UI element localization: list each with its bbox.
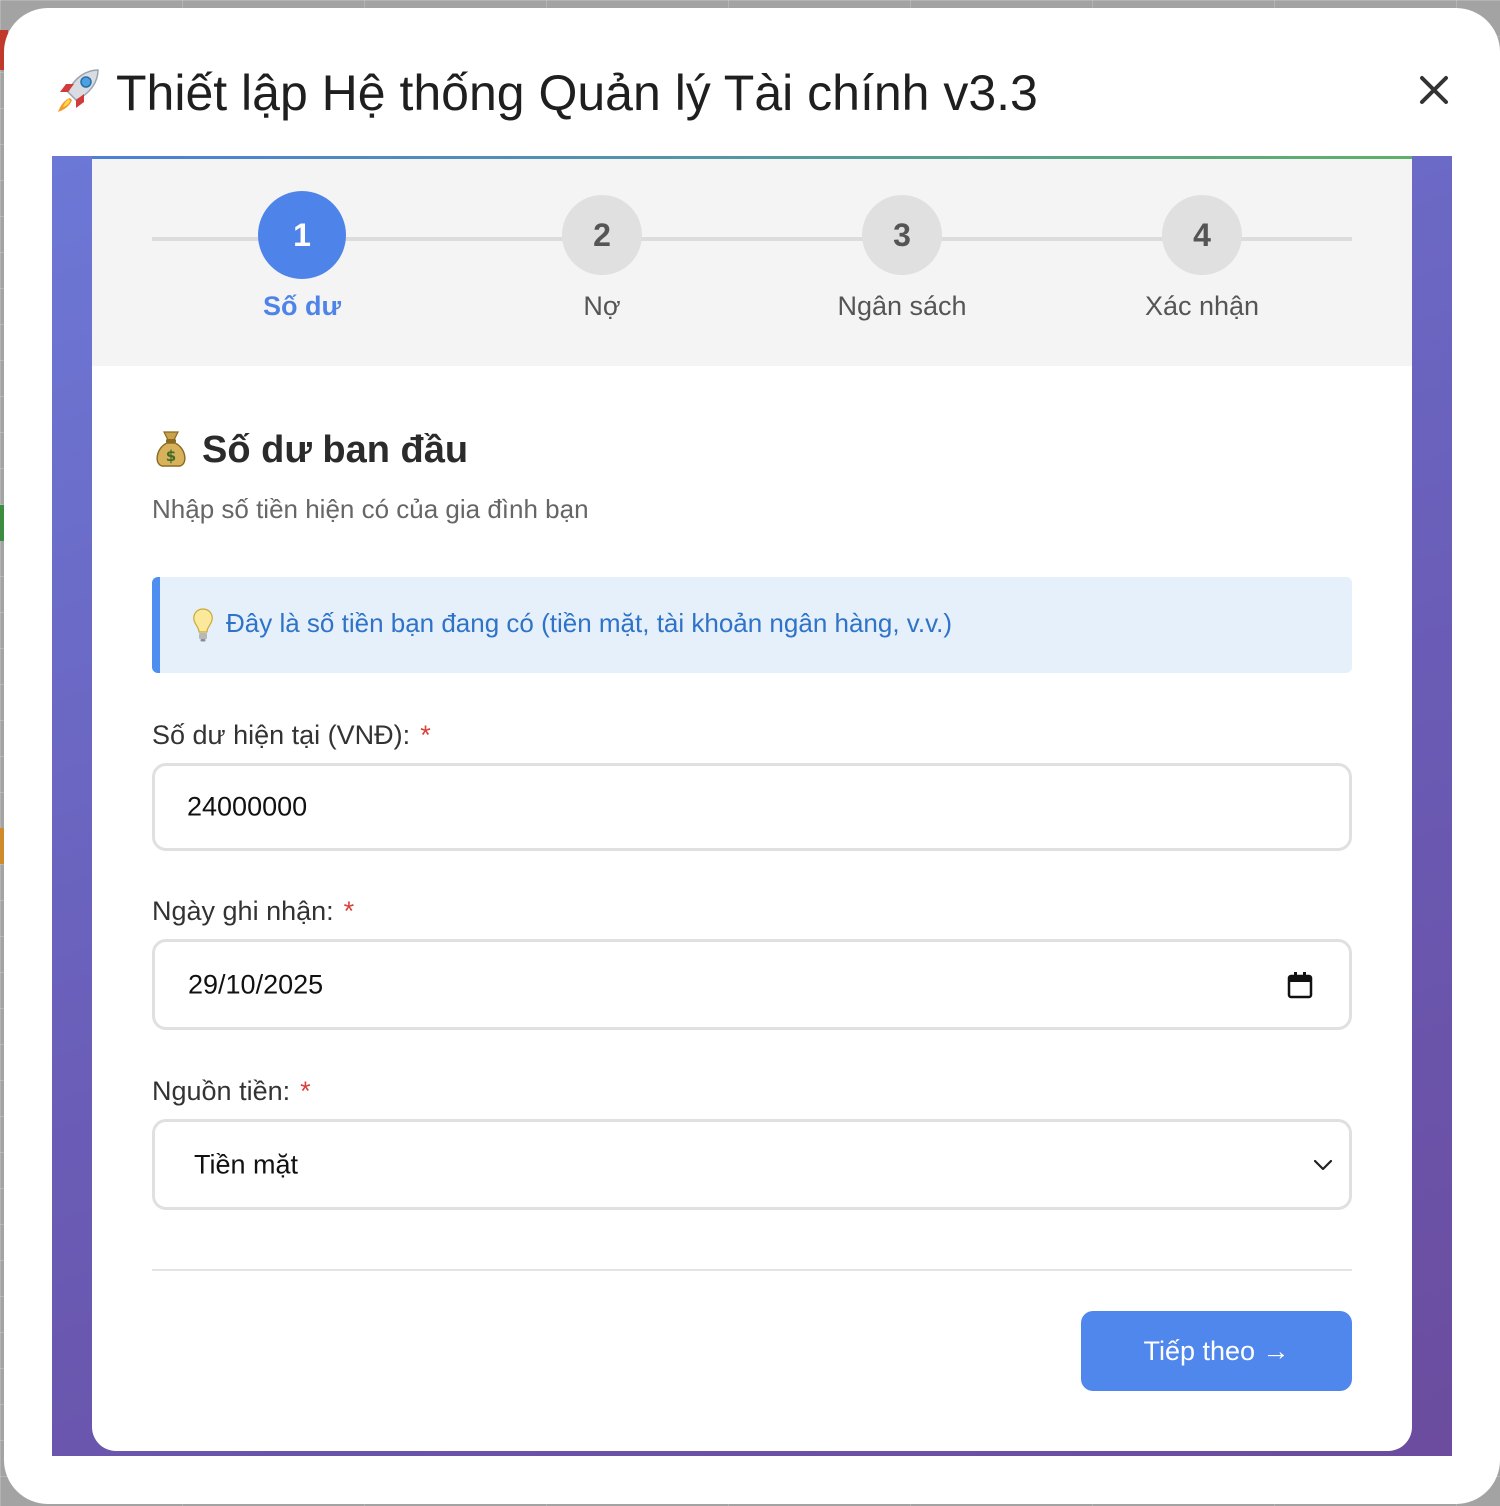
step-label: Nợ (583, 291, 621, 321)
step-number: 3 (862, 195, 942, 275)
next-button[interactable]: Tiếp theo → (1081, 1311, 1352, 1391)
date-value: 29/10/2025 (188, 969, 324, 999)
calendar-icon[interactable] (1287, 971, 1313, 999)
required-marker: * (343, 896, 355, 926)
step-debt[interactable]: 2 Nợ (502, 195, 702, 322)
setup-dialog: Thiết lập Hệ thống Quản lý Tài chính v3.… (4, 8, 1500, 1504)
step-label: Xác nhận (1144, 291, 1260, 321)
svg-text:$: $ (166, 447, 176, 465)
source-label-text: Nguồn tiền: (152, 1076, 291, 1106)
section-title: $ Số dư ban đầu (152, 428, 468, 472)
source-select[interactable]: Tiền mặt (152, 1119, 1352, 1210)
balance-label: Số dư hiện tại (VNĐ): * (152, 720, 431, 751)
dialog-title-text: Thiết lập Hệ thống Quản lý Tài chính v3.… (116, 65, 1038, 121)
info-callout: Đây là số tiền bạn đang có (tiền mặt, tà… (152, 577, 1352, 673)
chevron-down-icon (1313, 1159, 1333, 1170)
step-number: 2 (562, 195, 642, 275)
source-label: Nguồn tiền: * (152, 1076, 311, 1107)
required-marker: * (300, 1076, 311, 1106)
step-label: Số dư (262, 291, 342, 321)
wizard-frame: 1 Số dư 2 Nợ 3 Ngân sách 4 Xác nhận $ Số… (52, 156, 1452, 1456)
step-number: 1 (258, 191, 346, 279)
step-number: 4 (1162, 195, 1242, 275)
lightbulb-icon (193, 608, 213, 642)
date-label: Ngày ghi nhận: * (152, 896, 354, 927)
required-marker: * (420, 720, 431, 750)
balance-value: 24000000 (187, 791, 308, 822)
info-text: Đây là số tiền bạn đang có (tiền mặt, tà… (226, 608, 953, 638)
step-budget[interactable]: 3 Ngân sách (802, 195, 1002, 322)
dialog-title: Thiết lập Hệ thống Quản lý Tài chính v3.… (52, 62, 1038, 122)
actions-divider (152, 1269, 1352, 1271)
section-subtitle: Nhập số tiền hiện có của gia đình bạn (152, 494, 589, 524)
stepper: 1 Số dư 2 Nợ 3 Ngân sách 4 Xác nhận (92, 159, 1412, 366)
rocket-icon (58, 69, 99, 112)
wizard-card: 1 Số dư 2 Nợ 3 Ngân sách 4 Xác nhận $ Số… (92, 159, 1412, 1451)
date-input[interactable]: 29/10/2025 (152, 939, 1352, 1030)
close-icon[interactable] (1414, 70, 1454, 110)
step-confirm[interactable]: 4 Xác nhận (1102, 195, 1302, 322)
source-value: Tiền mặt (194, 1149, 299, 1179)
step-label: Ngân sách (837, 291, 967, 321)
balance-input[interactable]: 24000000 (152, 763, 1352, 851)
section-title-text: Số dư ban đầu (202, 429, 469, 471)
money-bag-icon: $ (156, 431, 186, 467)
step-balance[interactable]: 1 Số dư (202, 191, 402, 322)
date-label-text: Ngày ghi nhận: (152, 896, 334, 926)
balance-label-text: Số dư hiện tại (VNĐ): (152, 720, 411, 750)
